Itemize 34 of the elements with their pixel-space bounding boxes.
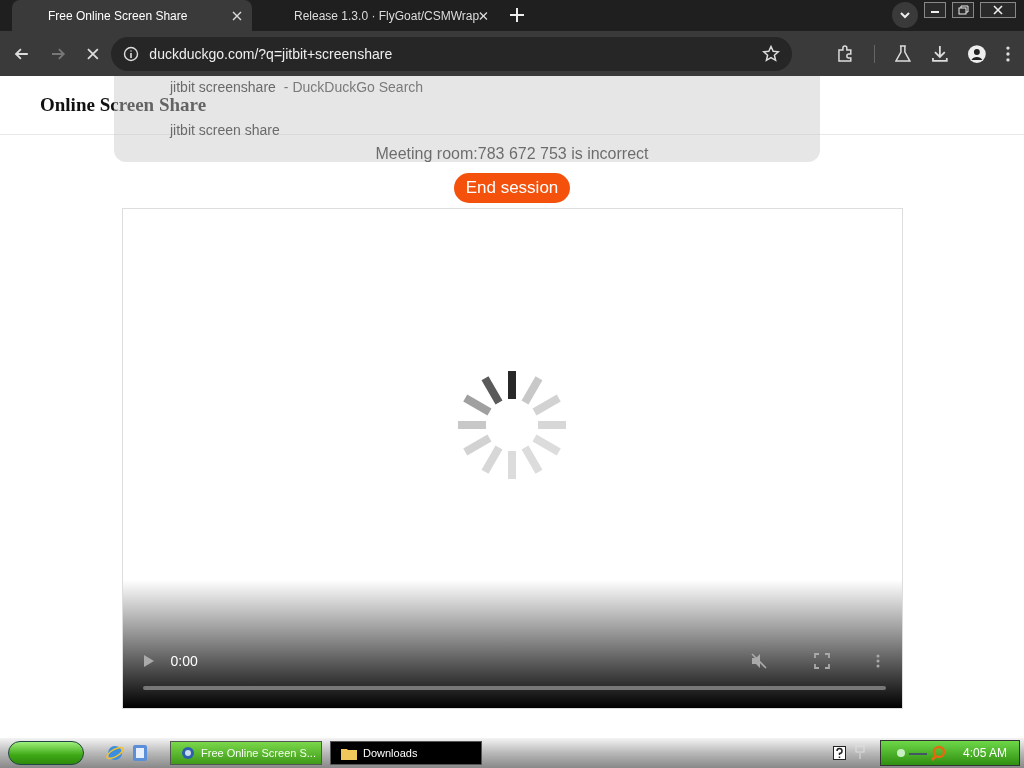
address-bar[interactable]: duckduckgo.com/?q=jitbit+screenshare [111,36,793,71]
time-display: 0:00 [170,653,198,669]
forward-icon[interactable] [49,45,66,62]
menu-icon[interactable] [1006,45,1010,62]
globe-icon [181,746,195,760]
muted-icon[interactable] [749,652,768,670]
taskbar-button[interactable]: Downloads [330,741,482,765]
site-title: Online Screen Share [40,94,207,116]
suggestion-item[interactable]: jitbit screenshare - DuckDuckGo Search [170,79,820,95]
chevron-down-icon[interactable] [892,2,918,28]
flask-icon[interactable] [894,44,911,63]
browser-tab[interactable]: Free Online Screen Share [12,0,252,31]
download-icon[interactable] [930,44,949,63]
profile-icon[interactable] [968,44,987,63]
close-icon[interactable] [980,2,1016,18]
progress-track[interactable] [142,686,886,690]
play-icon[interactable] [142,654,155,668]
clock: 4:05 AM [962,746,1007,760]
info-icon[interactable] [123,45,140,62]
fullscreen-icon[interactable] [813,653,830,669]
status-message: Meeting room:783 672 753 is incorrect [375,145,649,163]
stop-icon[interactable] [85,46,100,61]
restore-icon[interactable] [952,2,974,18]
suggestion-item[interactable]: jitbit screen share [170,122,820,138]
help-icon[interactable] [832,746,846,760]
document-icon[interactable] [132,744,148,762]
browser-tab[interactable]: Release 1.3.0 · FlyGoat/CSMWrap [258,0,498,31]
minimize-icon[interactable] [924,2,946,18]
start-button[interactable] [8,741,84,765]
folder-icon [341,746,357,760]
puzzle-icon[interactable] [836,44,854,63]
new-tab-icon[interactable] [510,8,524,22]
star-icon[interactable] [762,44,781,63]
more-icon[interactable] [875,654,880,668]
